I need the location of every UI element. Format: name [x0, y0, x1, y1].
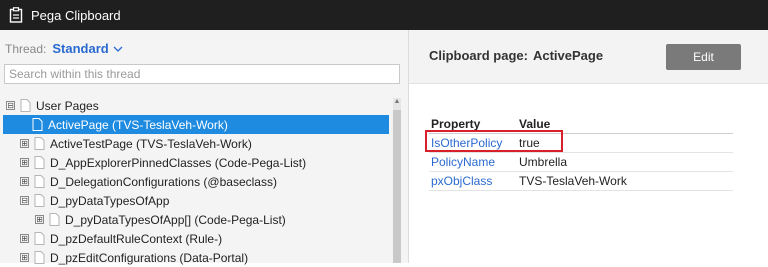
clipboard-page-label: Clipboard page:	[429, 48, 528, 63]
tree-node-label: D_pyDataTypesOfApp	[50, 193, 170, 208]
thread-search-input[interactable]	[4, 64, 400, 84]
thread-selector[interactable]: Thread: Standard	[5, 41, 123, 56]
page-icon	[34, 232, 45, 245]
tree-scrollbar[interactable]: ▲	[393, 98, 401, 263]
property-link[interactable]: pxObjClass	[429, 171, 517, 191]
page-icon	[34, 194, 45, 207]
property-value: Umbrella	[517, 152, 733, 172]
page-icon	[34, 137, 45, 150]
tree-node-activepage[interactable]: ActivePage (TVS-TeslaVeh-Work)	[3, 115, 389, 134]
clipboard-page-value: ActivePage	[532, 48, 604, 63]
tree-node-label: D_pyDataTypesOfApp[] (Code-Pega-List)	[65, 212, 286, 227]
highlight-annotation-box	[425, 130, 563, 152]
collapse-icon[interactable]: ⊟	[20, 196, 29, 205]
clipboard-page-title: Clipboard page: ActivePage	[429, 48, 603, 63]
page-icon	[32, 118, 43, 131]
property-value: TVS-TeslaVeh-Work	[517, 171, 733, 191]
property-table: Property Value IsOtherPolicy true Policy…	[429, 116, 733, 191]
tree-node-delegation[interactable]: ⊞ D_DelegationConfigurations (@baseclass…	[20, 172, 277, 191]
table-row: pxObjClass TVS-TeslaVeh-Work	[429, 171, 733, 191]
property-link[interactable]: PolicyName	[429, 152, 517, 172]
thread-value[interactable]: Standard	[52, 41, 108, 56]
expand-icon[interactable]: ⊞	[20, 234, 29, 243]
edit-button[interactable]: Edit	[666, 44, 741, 70]
tree-node-label: D_AppExplorerPinnedClasses (Code-Pega-Li…	[50, 155, 307, 170]
thread-label: Thread:	[5, 41, 47, 56]
expand-icon[interactable]: ⊞	[20, 158, 29, 167]
tree-node-label: ActiveTestPage (TVS-TeslaVeh-Work)	[50, 136, 252, 151]
scroll-up-icon[interactable]: ▲	[393, 98, 401, 106]
chevron-down-icon[interactable]	[113, 42, 123, 56]
tree-node-datatypes[interactable]: ⊟ D_pyDataTypesOfApp	[20, 191, 169, 210]
expand-icon[interactable]: ⊞	[35, 215, 44, 224]
expand-icon[interactable]: ⊞	[20, 253, 29, 262]
app-title: Pega Clipboard	[31, 7, 121, 23]
page-icon	[49, 213, 60, 226]
tree-node-label: D_pzDefaultRuleContext (Rule-)	[50, 231, 223, 246]
page-icon	[34, 175, 45, 188]
left-pane: Thread: Standard ⊟ User Pages ActivePage…	[0, 30, 409, 265]
tree-node-label: D_DelegationConfigurations (@baseclass)	[50, 174, 277, 189]
tree-node-activetestpage[interactable]: ⊞ ActiveTestPage (TVS-TeslaVeh-Work)	[20, 134, 252, 153]
tree-node-label: ActivePage (TVS-TeslaVeh-Work)	[48, 117, 228, 132]
tree-node-user-pages[interactable]: ⊟ User Pages	[6, 96, 99, 115]
page-icon	[20, 99, 31, 112]
page-icon	[34, 156, 45, 169]
table-row: PolicyName Umbrella	[429, 152, 733, 172]
clipboard-icon	[9, 7, 23, 23]
scrollbar-thumb[interactable]	[393, 110, 401, 263]
tree-node-label: User Pages	[36, 98, 99, 113]
expand-icon[interactable]: ⊞	[20, 177, 29, 186]
tree-node-editconfigs[interactable]: ⊞ D_pzEditConfigurations (Data-Portal)	[20, 248, 248, 267]
title-bar: Pega Clipboard	[0, 0, 768, 30]
expand-icon[interactable]: ⊞	[20, 139, 29, 148]
page-icon	[34, 251, 45, 264]
clipboard-page-header: Clipboard page: ActivePage Edit	[409, 30, 768, 84]
tree-node-appexplorer[interactable]: ⊞ D_AppExplorerPinnedClasses (Code-Pega-…	[20, 153, 306, 172]
collapse-icon[interactable]: ⊟	[6, 101, 15, 110]
tree-node-datatypes-list[interactable]: ⊞ D_pyDataTypesOfApp[] (Code-Pega-List)	[35, 210, 286, 229]
tree-node-ruleContext[interactable]: ⊞ D_pzDefaultRuleContext (Rule-)	[20, 229, 222, 248]
tree-node-label: D_pzEditConfigurations (Data-Portal)	[50, 250, 249, 265]
